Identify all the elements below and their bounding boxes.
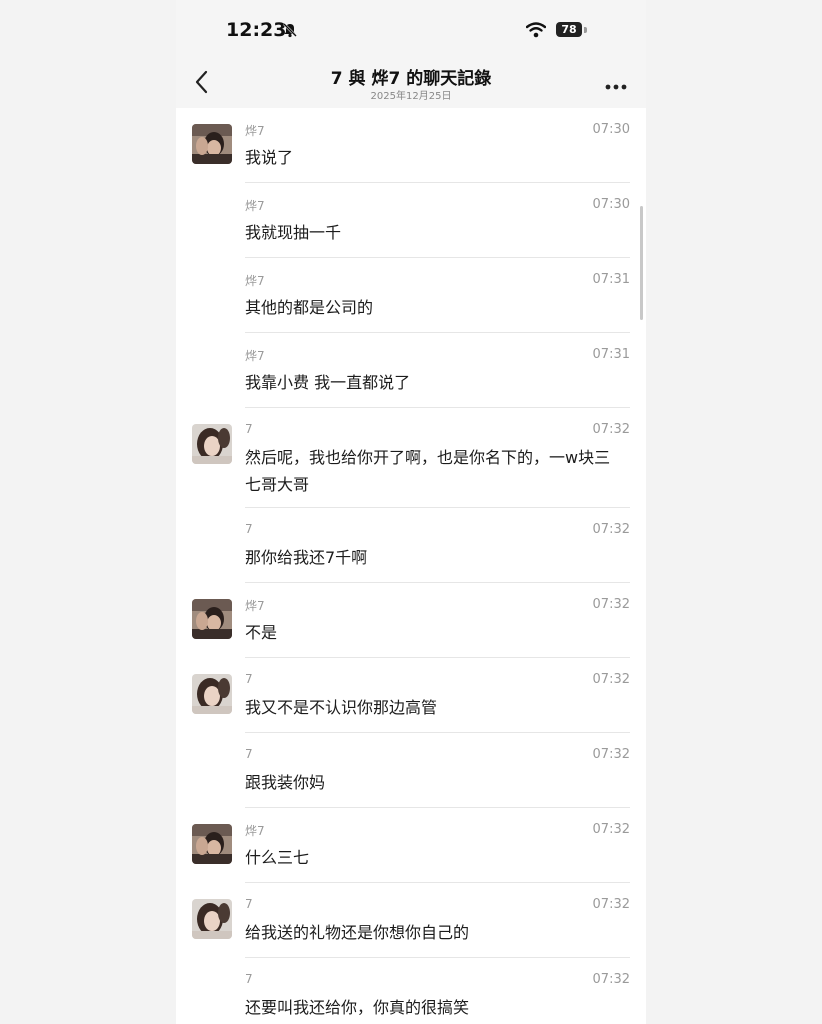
message-sender: 烨7 xyxy=(245,349,265,363)
message-sender: 7 xyxy=(245,747,253,761)
message-row[interactable]: 7 07:32 我又不是不认识你那边高管 xyxy=(176,658,646,733)
message-row[interactable]: 烨7 07:31 其他的都是公司的 xyxy=(176,258,646,333)
message-row[interactable]: 烨7 07:31 我靠小费 我一直都说了 xyxy=(176,333,646,408)
message-sender: 7 xyxy=(245,897,253,911)
avatar[interactable] xyxy=(192,424,232,464)
message-row[interactable]: 7 07:32 那你给我还7千啊 xyxy=(176,508,646,583)
message-sender: 烨7 xyxy=(245,824,265,838)
chat-date: 2025年12月25日 xyxy=(370,91,452,102)
avatar[interactable] xyxy=(192,824,232,864)
scrollbar[interactable] xyxy=(640,206,643,320)
message-sender: 7 xyxy=(245,522,253,536)
message-time: 07:31 xyxy=(592,272,630,287)
message-text: 我说了 xyxy=(245,148,294,167)
message-text: 然后呢，我也给你开了啊，也是你名下的，一w块三七哥大哥 xyxy=(245,448,611,494)
message-time: 07:30 xyxy=(592,197,630,212)
message-text: 我靠小费 我一直都说了 xyxy=(245,373,411,392)
more-dots-icon[interactable] xyxy=(604,76,628,95)
message-row[interactable]: 7 07:32 还要叫我还给你，你真的很搞笑 xyxy=(176,958,646,1024)
message-text: 还要叫我还给你，你真的很搞笑 xyxy=(245,998,470,1017)
background-right xyxy=(646,0,822,1024)
message-time: 07:32 xyxy=(592,597,630,612)
message-text: 什么三七 xyxy=(245,848,310,867)
battery-cap xyxy=(584,27,587,33)
avatar[interactable] xyxy=(192,599,232,639)
message-time: 07:32 xyxy=(592,522,630,537)
message-text: 我又不是不认识你那边高管 xyxy=(245,698,438,717)
message-time: 07:31 xyxy=(592,347,630,362)
message-list: 烨7 07:30 我说了 烨7 07:30 我就现抽一千 烨7 07:31 其他的都是公司的 烨7… xyxy=(176,108,646,1024)
message-text: 跟我装你妈 xyxy=(245,773,326,792)
message-text: 我就现抽一千 xyxy=(245,223,342,242)
message-text: 那你给我还7千啊 xyxy=(245,548,368,567)
message-time: 07:32 xyxy=(592,672,630,687)
message-sender: 烨7 xyxy=(245,274,265,288)
status-bar: 12:23 78 xyxy=(176,0,646,60)
message-text: 其他的都是公司的 xyxy=(245,298,374,317)
message-sender: 7 xyxy=(245,422,253,436)
battery-indicator: 78 xyxy=(556,22,582,37)
message-row[interactable]: 烨7 07:32 什么三七 xyxy=(176,808,646,883)
background-left xyxy=(0,0,176,1024)
wifi-icon xyxy=(525,22,547,42)
phone-screen: 12:23 78 7 與 烨7 的聊天記錄 2025年12月25日 烨7 07:… xyxy=(176,0,646,1024)
message-row[interactable]: 烨7 07:32 不是 xyxy=(176,583,646,658)
message-row[interactable]: 7 07:32 然后呢，我也给你开了啊，也是你名下的，一w块三七哥大哥 xyxy=(176,408,646,508)
message-text: 不是 xyxy=(245,623,278,642)
message-sender: 烨7 xyxy=(245,124,265,138)
message-row[interactable]: 烨7 07:30 我说了 xyxy=(176,108,646,183)
page-title: 7 與 烨7 的聊天記錄 xyxy=(330,69,492,89)
message-sender: 7 xyxy=(245,672,253,686)
message-time: 07:32 xyxy=(592,747,630,762)
message-sender: 烨7 xyxy=(245,599,265,613)
message-time: 07:30 xyxy=(592,122,630,137)
message-text: 给我送的礼物还是你想你自己的 xyxy=(245,923,470,942)
message-row[interactable]: 烨7 07:30 我就现抽一千 xyxy=(176,183,646,258)
message-time: 07:32 xyxy=(592,422,630,437)
message-time: 07:32 xyxy=(592,822,630,837)
status-time: 12:23 xyxy=(226,19,287,41)
message-sender: 7 xyxy=(245,972,253,986)
bell-slash-icon xyxy=(282,22,298,42)
avatar[interactable] xyxy=(192,674,232,714)
avatar[interactable] xyxy=(192,899,232,939)
message-sender: 烨7 xyxy=(245,199,265,213)
message-time: 07:32 xyxy=(592,897,630,912)
message-row[interactable]: 7 07:32 跟我装你妈 xyxy=(176,733,646,808)
avatar[interactable] xyxy=(192,124,232,164)
nav-bar: 7 與 烨7 的聊天記錄 2025年12月25日 xyxy=(176,60,646,108)
message-time: 07:32 xyxy=(592,972,630,987)
message-row[interactable]: 7 07:32 给我送的礼物还是你想你自己的 xyxy=(176,883,646,958)
